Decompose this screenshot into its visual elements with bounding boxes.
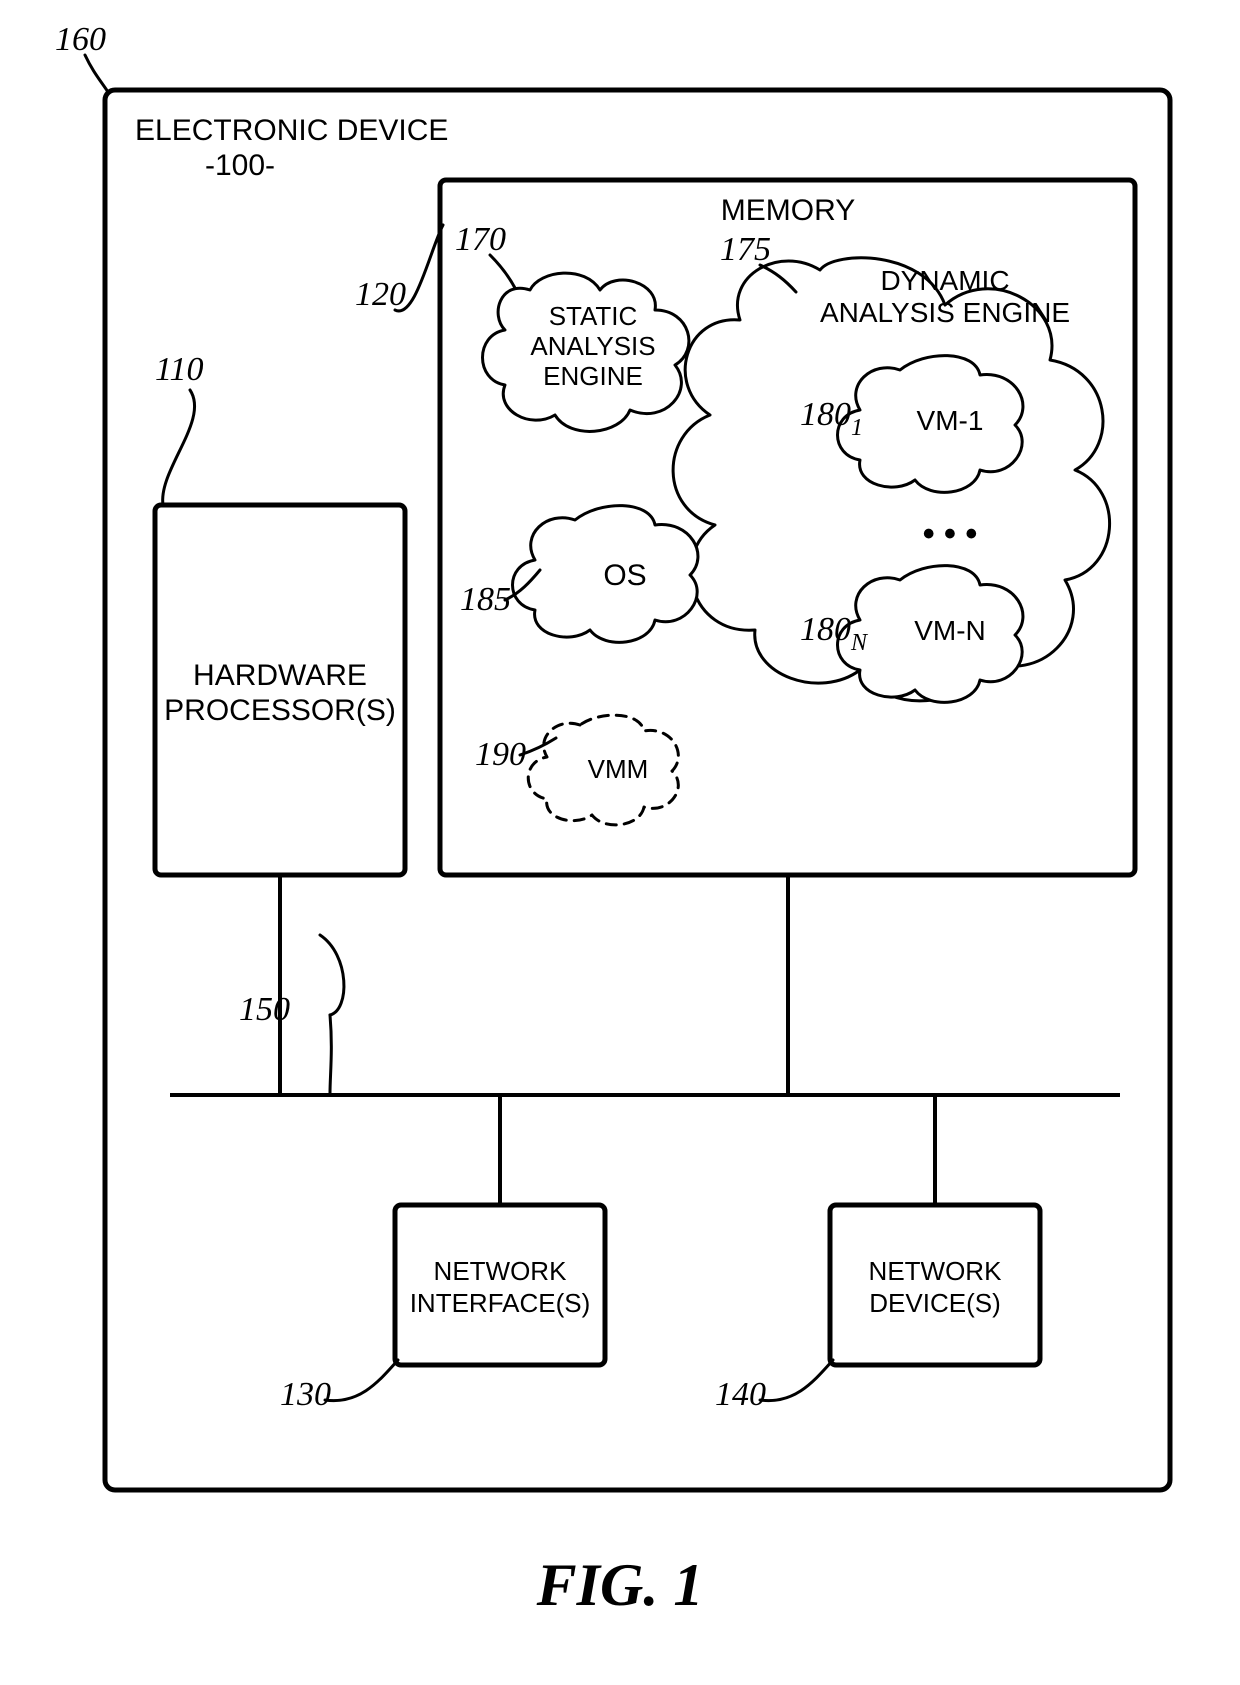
ref-130: 130 [280, 1376, 331, 1413]
ref-170: 170 [455, 221, 506, 258]
memory-label: MEMORY [721, 194, 855, 227]
figure-label: FIG. 1 [536, 1552, 704, 1618]
vm-ellipsis: • • • [923, 515, 978, 553]
vmn-label: VM-N [914, 615, 986, 646]
electronic-device-title: ELECTRONIC DEVICE [135, 114, 448, 147]
static-l3: ENGINE [543, 361, 643, 391]
ref-110: 110 [155, 351, 203, 388]
ref-160: 160 [55, 21, 106, 58]
ref-175: 175 [720, 231, 771, 268]
electronic-device-subref: -100- [205, 149, 275, 182]
ref-185: 185 [460, 581, 511, 618]
ref-120: 120 [355, 276, 406, 313]
static-l2: ANALYSIS [530, 331, 655, 361]
vmm-label: VMM [588, 754, 649, 784]
ref-140: 140 [715, 1376, 766, 1413]
processor-label-1: HARDWARE [193, 659, 367, 692]
dynamic-l2: ANALYSIS ENGINE [820, 297, 1070, 328]
static-l1: STATIC [549, 301, 638, 331]
netif-l1: NETWORK [434, 1256, 568, 1286]
vm1-label: VM-1 [917, 405, 984, 436]
ref-150: 150 [239, 991, 290, 1028]
lead-160 [85, 55, 108, 92]
ref-190: 190 [475, 736, 526, 773]
netdev-l2: DEVICE(S) [869, 1288, 1000, 1318]
netif-l2: INTERFACE(S) [410, 1288, 591, 1318]
os-label: OS [603, 559, 646, 592]
dynamic-l1: DYNAMIC [880, 265, 1009, 296]
netdev-l1: NETWORK [869, 1256, 1003, 1286]
processor-label-2: PROCESSOR(S) [164, 694, 396, 727]
diagram-canvas: ELECTRONIC DEVICE -100- 160 HARDWARE PRO… [0, 0, 1240, 1685]
